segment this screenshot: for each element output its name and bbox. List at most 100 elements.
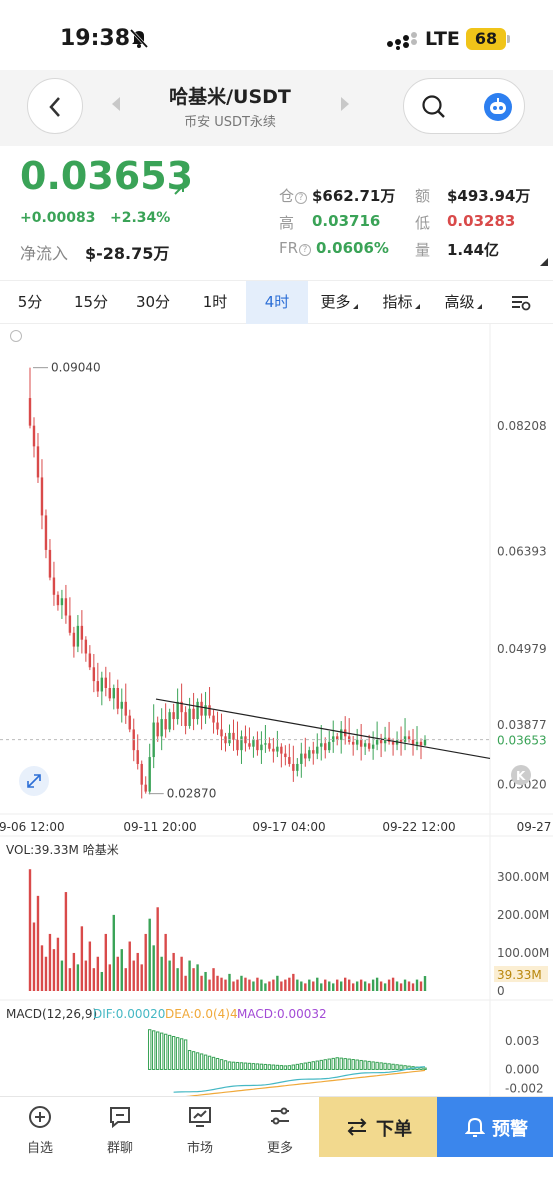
volume-title: VOL:39.33M 哈基米 <box>6 843 119 857</box>
candle-body <box>72 632 76 647</box>
tab-5m[interactable]: 5分 <box>0 281 60 324</box>
tab-30m[interactable]: 30分 <box>122 281 184 324</box>
candle-body <box>351 741 355 745</box>
robot-assistant-icon[interactable] <box>484 93 512 121</box>
macd-histogram-bar <box>183 1039 188 1070</box>
volume-bar <box>104 933 108 991</box>
candle-body <box>144 784 147 792</box>
header: 哈基米/USDT 币安 USDT永续 <box>0 70 553 146</box>
volume-bar <box>236 979 239 991</box>
candle-body <box>328 741 331 751</box>
macd-histogram-bar <box>391 1063 395 1070</box>
search-icon[interactable] <box>421 94 447 120</box>
volume-bar <box>72 952 76 991</box>
volume-bar <box>284 979 287 991</box>
nav-market[interactable]: 市场 <box>160 1097 240 1167</box>
volume-bar <box>351 983 355 991</box>
volume-axis-tick: 200.00M <box>497 908 549 922</box>
low-value: 0.03283 <box>447 212 516 230</box>
candle-body <box>164 719 167 730</box>
macd-histogram-bar <box>295 1063 300 1070</box>
volume-bar <box>232 981 235 991</box>
battery-level: 68 <box>466 28 506 50</box>
volume-bar <box>240 975 243 991</box>
volume-bar <box>419 981 423 991</box>
candle-body <box>316 746 319 754</box>
tab-4h[interactable]: 4时 <box>246 281 308 324</box>
macd-dif-label: DIF:0.00020 <box>93 1007 165 1021</box>
candle-body <box>28 398 32 426</box>
arrow-up-right-icon <box>174 185 184 195</box>
low-label: 低 <box>415 214 431 232</box>
tab-advanced[interactable]: 高级 <box>432 281 494 324</box>
candle-body <box>399 739 403 742</box>
nav-watchlist[interactable]: 自选 <box>0 1097 80 1167</box>
macd-histogram-bar <box>159 1032 164 1070</box>
candle-body <box>371 744 375 749</box>
volume-bar <box>64 892 68 991</box>
candle-body <box>363 743 367 747</box>
macd-histogram-bar <box>351 1059 355 1070</box>
candle-body <box>96 681 100 692</box>
help-icon[interactable]: ? <box>299 244 312 256</box>
candle-body <box>192 708 195 720</box>
candle-body <box>140 763 143 785</box>
macd-histogram-bar <box>211 1056 216 1070</box>
volume-bar <box>220 977 223 991</box>
candle-body <box>252 739 255 747</box>
candle-body <box>196 701 199 720</box>
candle-body <box>284 753 287 758</box>
max-price-label: 0.09040 <box>51 361 101 375</box>
chevron-left-icon <box>49 97 60 117</box>
candle-body <box>264 743 267 745</box>
tab-1h[interactable]: 1时 <box>184 281 246 324</box>
volume-bar <box>391 977 395 991</box>
help-icon[interactable]: ? <box>295 192 308 204</box>
tab-more[interactable]: 更多 <box>308 281 370 324</box>
macd-histogram-bar <box>383 1062 387 1070</box>
candle-body <box>375 739 379 745</box>
macd-title: MACD(12,26,9) <box>6 1007 97 1021</box>
order-button-label: 下单 <box>376 1119 412 1140</box>
kline-chart[interactable]: 0.082080.063930.049790.038770.030200.090… <box>0 324 553 1096</box>
tab-indicators[interactable]: 指标 <box>370 281 432 324</box>
chart-settings-icon[interactable] <box>510 293 532 313</box>
macd-histogram-bar <box>403 1065 407 1070</box>
candle-body <box>296 763 299 771</box>
nav-more[interactable]: 更多 <box>240 1097 320 1167</box>
next-pair-button[interactable] <box>341 97 349 111</box>
candle-body <box>172 712 175 720</box>
back-button[interactable] <box>27 78 83 134</box>
network-type: LTE <box>425 28 460 50</box>
nav-chat[interactable]: 群聊 <box>80 1097 160 1167</box>
net-inflow-value: $-28.75万 <box>85 244 170 263</box>
macd-histogram-bar <box>423 1067 427 1070</box>
volume-bar <box>336 979 339 991</box>
volume-bar <box>399 983 403 991</box>
candle-body <box>204 705 207 716</box>
candle-body <box>240 736 243 751</box>
tab-15m[interactable]: 15分 <box>60 281 122 324</box>
volume-bar <box>116 956 119 991</box>
pair-title[interactable]: 哈基米/USDT <box>130 82 330 109</box>
candle-body <box>104 677 108 689</box>
candle-body <box>100 677 104 692</box>
search-assistant-pill <box>403 78 525 134</box>
macd-histogram-bar <box>199 1053 204 1070</box>
time-axis-tick: 09-17 04:00 <box>252 820 325 834</box>
macd-dea-line <box>185 1069 426 1096</box>
high-value: 0.03716 <box>312 212 381 230</box>
chat-icon <box>110 1107 130 1129</box>
candle-body <box>232 732 235 740</box>
volume-bar <box>379 981 383 991</box>
expand-corner-icon[interactable] <box>540 258 548 266</box>
volume-bar <box>176 968 179 991</box>
candle-body <box>168 712 171 730</box>
previous-pair-button[interactable] <box>112 97 120 111</box>
price-alert-button[interactable]: 预警 <box>437 1097 553 1157</box>
order-button[interactable]: 下单 <box>319 1097 437 1157</box>
candle-body <box>80 625 84 640</box>
candle-body <box>379 739 383 744</box>
pair-subtitle: 币安 USDT永续 <box>184 115 276 130</box>
candle-body <box>256 739 259 751</box>
